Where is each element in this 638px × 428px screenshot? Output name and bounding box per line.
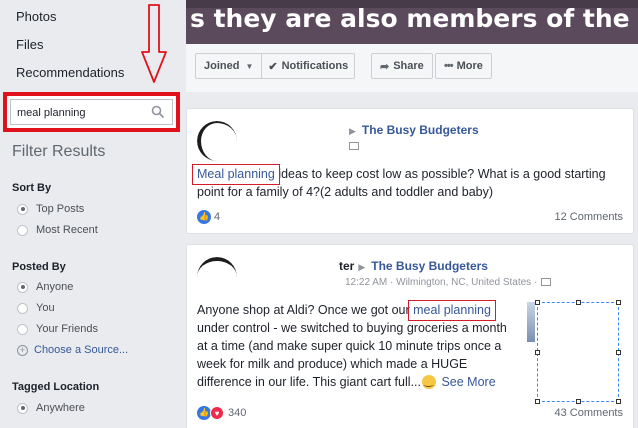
smile-emoji-icon [421, 372, 436, 390]
like-icon: 👍 [197, 406, 211, 420]
reaction-summary[interactable]: 👍 ♥ 340 [197, 406, 246, 420]
share-button[interactable]: ➦ Share [371, 53, 433, 79]
comment-count-link[interactable]: 43 Comments [555, 407, 623, 419]
option-label: Most Recent [36, 224, 98, 236]
group-name-link[interactable]: The Busy Budgeters [362, 123, 479, 137]
joined-button[interactable]: Joined ▼ ✔ Notifications [195, 53, 356, 79]
group-search-input[interactable]: meal planning [10, 99, 173, 125]
choose-source-link[interactable]: + Choose a Source... [17, 344, 128, 356]
radio[interactable] [17, 323, 28, 335]
sort-by-heading: Sort By [12, 182, 52, 194]
post-text-before: Anyone shop at Aldi? Once we got our [197, 303, 414, 317]
more-dots-icon: ••• [444, 60, 454, 72]
photo-placeholder-selection[interactable] [535, 300, 621, 404]
search-result-post-1: ▶ The Busy Budgeters Meal planning ideas … [186, 108, 634, 234]
search-result-post-2: ter ▶ The Busy Budgeters 12:22 AM · Wilmin… [186, 244, 634, 428]
group-action-bar: Joined ▼ ✔ Notifications ➦ Share ••• Mor… [186, 44, 638, 92]
group-name-link[interactable]: The Busy Budgeters [371, 259, 488, 273]
radio[interactable] [17, 302, 28, 314]
post-body: Meal planning ideas to keep cost low as … [197, 165, 607, 201]
more-button[interactable]: ••• More [435, 53, 492, 79]
notifications-label[interactable]: Notifications [282, 60, 349, 72]
check-icon: ✔ [268, 60, 278, 73]
post-photo-thumbnail[interactable] [527, 302, 535, 342]
share-icon: ➦ [380, 60, 390, 73]
search-term-highlight: meal planning [413, 303, 491, 317]
radio-selected[interactable] [17, 402, 28, 414]
group-cover-photo: s they are also members of the group) [186, 0, 638, 44]
sort-option-top-posts[interactable]: Top Posts [17, 203, 84, 215]
avatar-edge [197, 257, 237, 297]
resize-handle[interactable] [535, 399, 540, 404]
sidebar-link-files[interactable]: Files [16, 37, 43, 52]
option-label: Your Friends [36, 323, 98, 335]
like-icon: 👍 [197, 210, 211, 224]
comment-count-link[interactable]: 12 Comments [555, 211, 623, 223]
option-label: You [36, 302, 55, 314]
cover-shade [186, 0, 638, 8]
members-icon [349, 142, 359, 151]
posted-by-heading: Posted By [12, 261, 66, 273]
posted-by-friends[interactable]: Your Friends [17, 323, 98, 335]
tagged-location-heading: Tagged Location [12, 381, 100, 393]
filter-results-title: Filter Results [12, 143, 106, 160]
button-divider [261, 54, 263, 78]
see-more-link[interactable]: See More [441, 375, 495, 389]
search-icon[interactable] [151, 105, 165, 119]
search-highlight-box: meal planning [3, 92, 180, 132]
triangle-right-icon: ▶ [349, 126, 356, 136]
location-anywhere[interactable]: Anywhere [17, 402, 85, 414]
resize-handle[interactable] [535, 300, 540, 305]
resize-handle[interactable] [616, 350, 621, 355]
author-name-fragment[interactable]: ter [339, 259, 354, 273]
sort-option-most-recent[interactable]: Most Recent [17, 224, 98, 236]
option-label: Top Posts [36, 203, 85, 215]
more-label: More [456, 60, 483, 72]
post-timestamp-location[interactable]: 12:22 AM · Wilmington, NC, United States… [345, 277, 537, 288]
author-avatar[interactable] [197, 257, 237, 297]
option-label: Anyone [36, 281, 74, 293]
search-term-highlight: Meal planning [197, 167, 275, 181]
resize-handle[interactable] [616, 300, 621, 305]
resize-handle[interactable] [535, 350, 540, 355]
facebook-group-search-page: Photos Files Recommendations meal planni… [0, 0, 638, 428]
sidebar-link-photos[interactable]: Photos [16, 9, 56, 24]
reaction-count: 340 [228, 407, 247, 419]
post-meta [345, 141, 359, 152]
search-input-value[interactable]: meal planning [17, 107, 86, 119]
radio-selected[interactable] [17, 203, 28, 215]
plus-icon: + [17, 344, 28, 356]
post-header: ▶ The Busy Budgeters [345, 123, 479, 137]
reaction-summary[interactable]: 👍 4 [197, 210, 220, 224]
chevron-down-icon: ▼ [245, 61, 254, 71]
share-label: Share [393, 60, 424, 72]
posted-by-anyone[interactable]: Anyone [17, 281, 73, 293]
down-arrow-annotation [141, 4, 167, 83]
cover-caption: s they are also members of the group) [190, 4, 638, 33]
resize-handle[interactable] [616, 399, 621, 404]
reaction-count: 4 [214, 211, 221, 223]
radio[interactable] [17, 224, 28, 236]
resize-handle[interactable] [576, 399, 581, 404]
resize-handle[interactable] [576, 300, 581, 305]
avatar-edge [197, 121, 237, 161]
posted-by-you[interactable]: You [17, 302, 55, 314]
joined-label: Joined [204, 60, 240, 72]
radio-selected[interactable] [17, 281, 28, 293]
option-label: Anywhere [36, 402, 85, 414]
sidebar-link-recommendations[interactable]: Recommendations [16, 65, 124, 80]
post-header: ter ▶ The Busy Budgeters [339, 259, 488, 273]
author-avatar[interactable] [197, 121, 237, 161]
members-icon [541, 278, 552, 287]
post-meta: 12:22 AM · Wilmington, NC, United States… [345, 277, 552, 288]
post-body: Anyone shop at Aldi? Once we got our mea… [197, 301, 519, 391]
triangle-right-icon: ▶ [358, 262, 366, 272]
love-icon: ♥ [210, 406, 224, 420]
option-label: Choose a Source... [34, 344, 129, 356]
